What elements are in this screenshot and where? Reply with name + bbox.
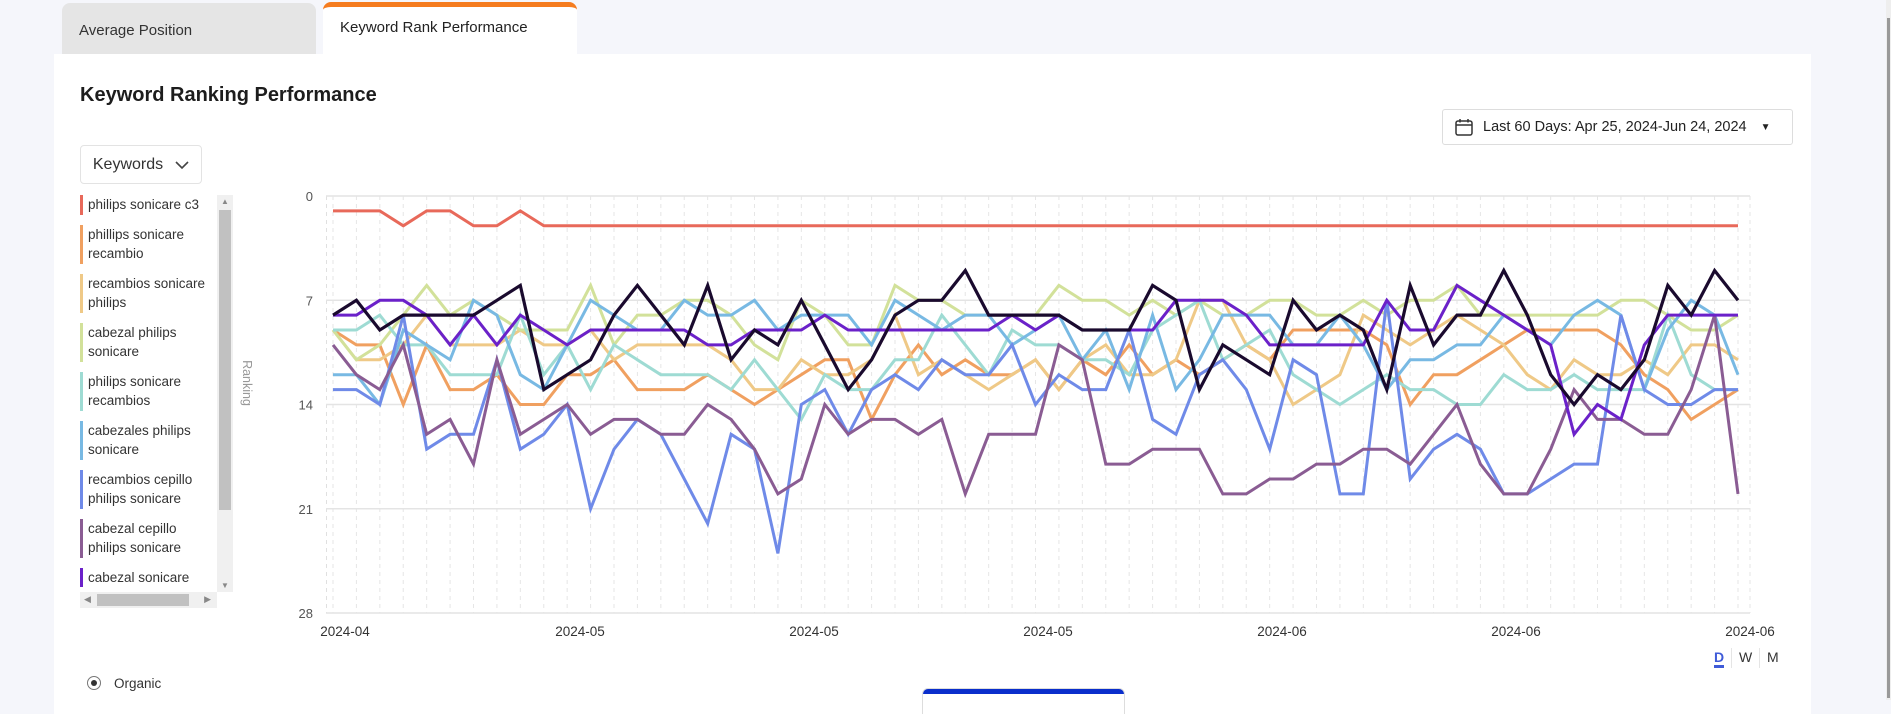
granularity-month[interactable]: M xyxy=(1767,649,1779,665)
page-scrollbar[interactable] xyxy=(1886,0,1891,700)
x-tick-label: 2024-06 xyxy=(1257,624,1307,639)
granularity-week[interactable]: W xyxy=(1739,649,1752,665)
divider xyxy=(1759,648,1760,668)
divider xyxy=(1731,648,1732,668)
organic-radio[interactable] xyxy=(87,676,101,690)
x-tick-label: 2024-05 xyxy=(789,624,839,639)
y-tick-label: 14 xyxy=(299,398,313,413)
x-tick-label: 2024-05 xyxy=(555,624,605,639)
x-tick-label: 2024-06 xyxy=(1725,624,1775,639)
bottom-tab[interactable] xyxy=(923,689,1124,714)
granularity-day[interactable]: D xyxy=(1714,649,1725,668)
x-tick-label: 2024-06 xyxy=(1491,624,1541,639)
x-tick-label: 2024-05 xyxy=(1023,624,1073,639)
y-tick-label: 21 xyxy=(299,502,313,517)
y-tick-label: 0 xyxy=(306,189,313,204)
y-tick-label: 7 xyxy=(306,293,313,308)
organic-radio-label: Organic xyxy=(114,676,162,691)
scrollbar-thumb[interactable] xyxy=(1887,18,1890,698)
series-line-recambios-cepillo-philips-sonicare xyxy=(333,300,1738,554)
x-tick-label: 2024-04 xyxy=(320,624,370,639)
ranking-line-chart: 0 7 14 21 28 2024-04 2024-05 2024-05 2024-05 2024… xyxy=(299,189,1775,639)
y-tick-label: 28 xyxy=(299,606,313,621)
series-line-overall xyxy=(332,267,1740,408)
